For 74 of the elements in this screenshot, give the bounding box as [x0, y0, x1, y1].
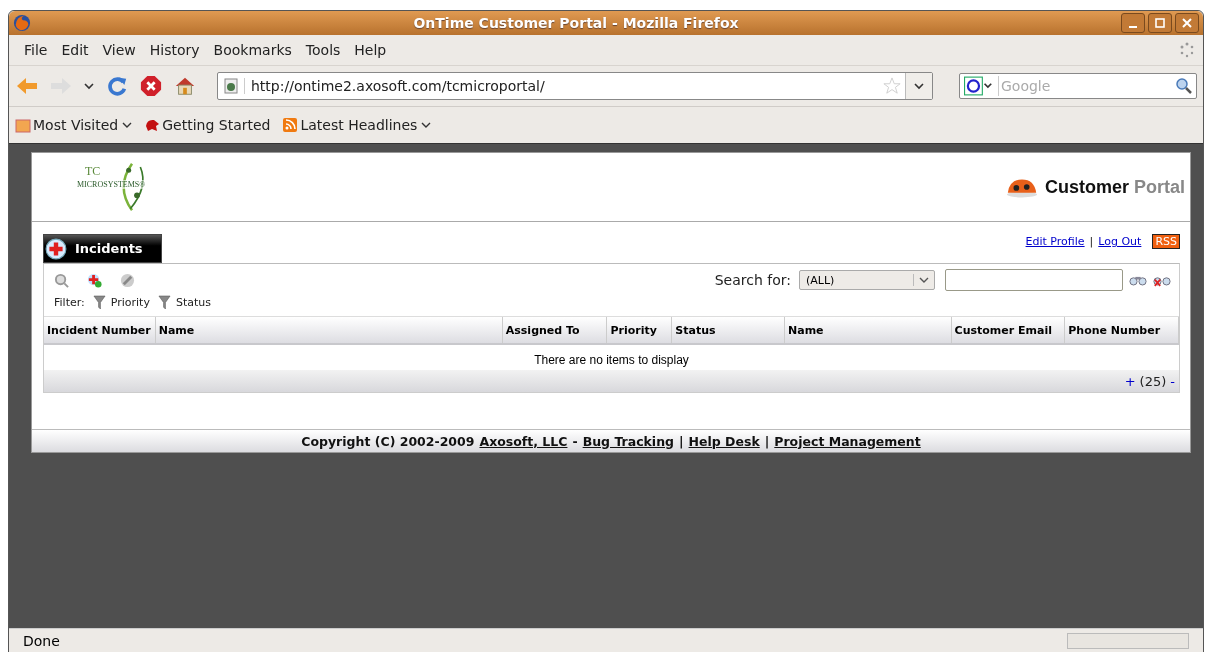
footer-link[interactable]: Project Management [774, 433, 921, 449]
minimize-button[interactable] [1121, 13, 1145, 33]
maximize-icon [1155, 18, 1165, 28]
footer-separator: - [572, 433, 578, 449]
empty-table-message: There are no items to display [533, 352, 690, 369]
history-dropdown[interactable] [905, 73, 932, 99]
footer-divider: | [679, 433, 684, 449]
bug-icon [144, 117, 161, 133]
filter-item[interactable]: Priority [92, 295, 150, 310]
browser-logo-icon [13, 14, 31, 32]
search-icon[interactable] [1175, 77, 1193, 95]
search-input[interactable] [945, 269, 1123, 291]
edit-profile-link[interactable]: Edit Profile [1025, 235, 1085, 248]
footer-link[interactable]: Bug Tracking [582, 433, 674, 449]
link-separator: | [1089, 235, 1094, 248]
page-size-increase[interactable]: + [1124, 373, 1136, 389]
stop-icon[interactable] [139, 75, 163, 97]
caret-icon [122, 120, 133, 130]
portal-subtitle: Portal [1134, 176, 1185, 198]
caret-icon[interactable] [83, 80, 95, 92]
column-header[interactable]: Name [155, 317, 503, 343]
reload-icon[interactable] [105, 75, 129, 97]
footer-link[interactable]: Help Desk [688, 433, 760, 449]
column-header[interactable]: Status [672, 317, 786, 343]
star-icon[interactable] [883, 77, 901, 95]
logo-text: MICROSYSTEMS® [77, 180, 146, 189]
column-header[interactable]: Phone Number [1065, 317, 1179, 343]
caret-icon [913, 80, 925, 92]
search-label: Search for: [714, 272, 791, 288]
column-header[interactable]: Name [785, 317, 952, 343]
column-header[interactable]: Priority [607, 317, 673, 343]
maximize-button[interactable] [1148, 13, 1172, 33]
company-link[interactable]: Axosoft, LLC [479, 433, 568, 449]
menu-item[interactable]: Help [347, 42, 394, 58]
log-out-link[interactable]: Log Out [1098, 235, 1142, 248]
column-header[interactable]: Assigned To [502, 317, 608, 343]
menu-item[interactable]: Bookmarks [206, 42, 299, 58]
feed-icon [282, 117, 299, 133]
filter-label: Filter: [54, 296, 85, 309]
status-text: Done [23, 633, 60, 649]
page-size: (25) [1139, 373, 1167, 389]
web-search-field[interactable]: Google [959, 73, 1197, 99]
home-icon[interactable] [173, 75, 197, 97]
close-icon [1182, 18, 1192, 28]
incidents-tab[interactable]: Incidents [43, 234, 162, 263]
copyright-text: Copyright (C) 2002-2009 [301, 433, 475, 449]
bookmark-item[interactable]: Getting Started [144, 117, 271, 133]
add-incident-icon [45, 237, 67, 260]
view-icon[interactable] [54, 272, 69, 288]
portal-title: Customer [1044, 176, 1129, 198]
caret-icon [421, 120, 432, 130]
menu-item[interactable]: Edit [54, 42, 96, 58]
menu-item[interactable]: View [95, 42, 143, 58]
folder-icon [15, 117, 31, 133]
funnel-icon [157, 295, 171, 310]
menu-item[interactable]: File [17, 42, 55, 58]
menu-item[interactable]: History [142, 42, 207, 58]
column-header[interactable]: Customer Email [951, 317, 1066, 343]
minimize-icon [1129, 26, 1137, 28]
page-size-decrease[interactable]: - [1170, 373, 1175, 389]
close-button[interactable] [1175, 13, 1199, 33]
address-field[interactable]: http://ontime2.axosoft.com/tcmicroportal/ [217, 72, 933, 100]
footer-divider: | [764, 433, 770, 449]
column-header[interactable]: Incident Number [44, 317, 156, 343]
search-field-dropdown[interactable]: (ALL) [799, 270, 935, 290]
throbber-icon [1179, 42, 1195, 58]
bookmark-item[interactable]: Most Visited [15, 117, 133, 133]
filter-item[interactable]: Status [157, 295, 211, 310]
funnel-icon [92, 295, 106, 310]
bookmark-item[interactable]: Latest Headlines [282, 117, 432, 133]
window-title: OnTime Customer Portal - Mozilla Firefox [412, 15, 740, 31]
menu-item[interactable]: Tools [298, 42, 348, 58]
add-icon[interactable] [87, 272, 102, 288]
web-search-input[interactable]: Google [999, 77, 1175, 95]
